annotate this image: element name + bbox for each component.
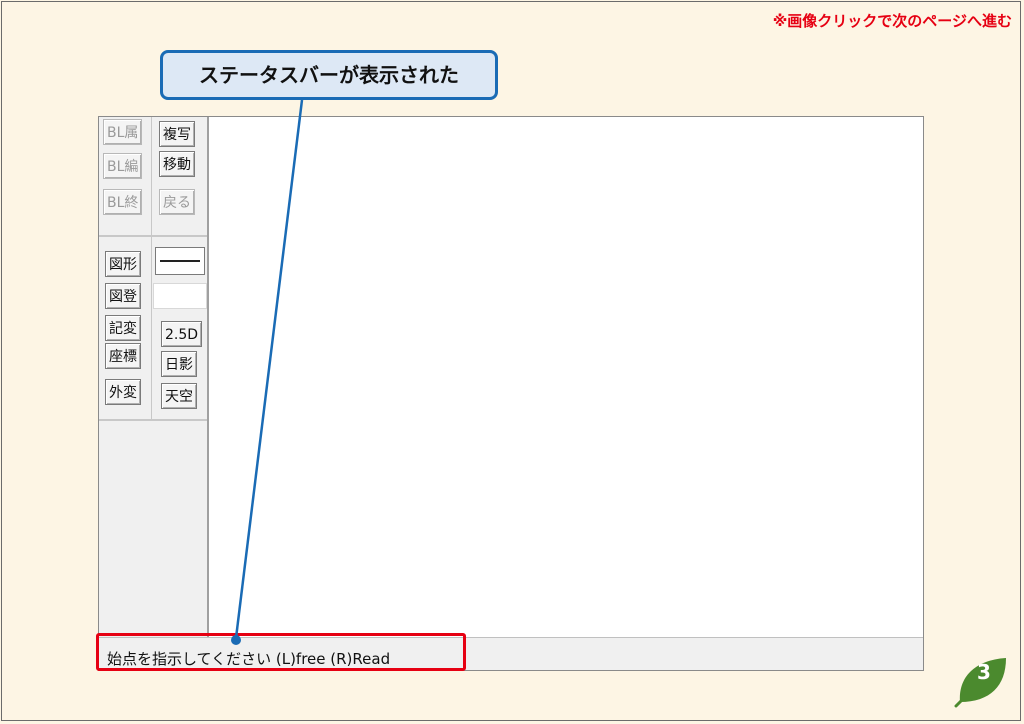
line-width-box[interactable] bbox=[153, 283, 207, 309]
copy-button[interactable]: 複写 bbox=[159, 121, 195, 147]
bl-attr-button[interactable]: BL属 bbox=[103, 119, 143, 145]
2-5d-button[interactable]: 2.5D bbox=[161, 321, 203, 347]
next-page-note[interactable]: ※画像クリックで次のページへ進む bbox=[773, 10, 1012, 31]
toolbar-column-divider bbox=[151, 117, 152, 421]
sky-button[interactable]: 天空 bbox=[161, 383, 197, 409]
line-type-sample[interactable] bbox=[155, 247, 205, 275]
shape-register-button[interactable]: 図登 bbox=[105, 283, 141, 309]
status-bar-highlight bbox=[96, 633, 466, 671]
toolbar-divider-bottom bbox=[99, 419, 207, 421]
left-toolbar: BL属 複写 BL編 移動 BL終 戻る 図形 図登 記変 2.5D 座標 日影… bbox=[99, 117, 209, 637]
bl-end-button[interactable]: BL終 bbox=[103, 189, 143, 215]
callout-box: ステータスバーが表示された bbox=[160, 50, 498, 100]
drawing-canvas[interactable] bbox=[209, 117, 923, 637]
page-number[interactable]: 3 bbox=[973, 660, 995, 684]
move-button[interactable]: 移動 bbox=[159, 151, 195, 177]
bl-edit-button[interactable]: BL編 bbox=[103, 153, 143, 179]
cad-window: BL属 複写 BL編 移動 BL終 戻る 図形 図登 記変 2.5D 座標 日影… bbox=[98, 116, 924, 671]
coordinate-button[interactable]: 座標 bbox=[105, 343, 141, 369]
sun-shadow-button[interactable]: 日影 bbox=[161, 351, 197, 377]
symbol-change-button[interactable]: 記変 bbox=[105, 315, 141, 341]
toolbar-divider-top bbox=[99, 235, 207, 237]
undo-button[interactable]: 戻る bbox=[159, 189, 195, 215]
shape-button[interactable]: 図形 bbox=[105, 251, 141, 277]
outer-change-button[interactable]: 外変 bbox=[105, 379, 141, 405]
